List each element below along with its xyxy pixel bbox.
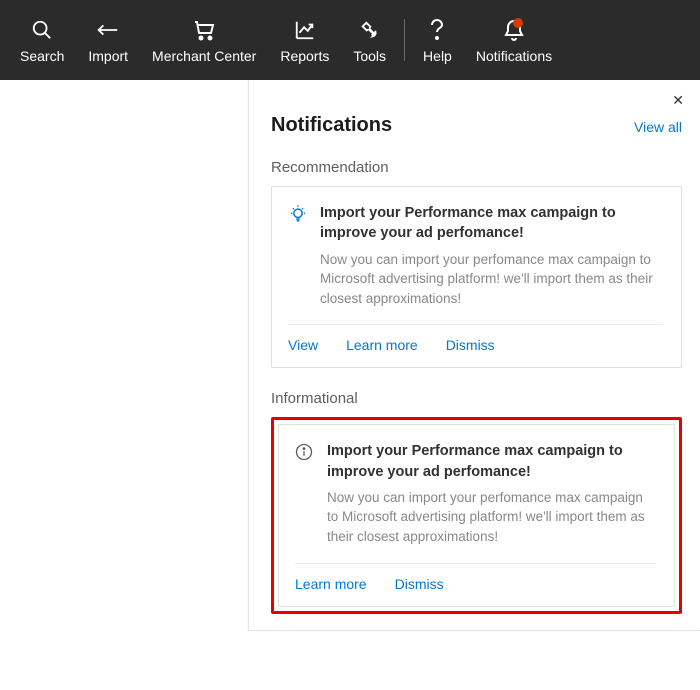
toolbar-notifications[interactable]: Notifications (464, 0, 564, 80)
card-body: Import your Performance max campaign to … (288, 203, 663, 308)
toolbar-tools[interactable]: Tools (341, 0, 398, 80)
toolbar-label: Tools (353, 48, 386, 64)
view-button[interactable]: View (288, 337, 318, 353)
card-actions: View Learn more Dismiss (288, 324, 663, 367)
highlighted-section: Import your Performance max campaign to … (271, 417, 682, 613)
toolbar-help[interactable]: Help (411, 0, 464, 80)
bell-icon (503, 16, 525, 44)
card-text: Now you can import your perfomance max c… (327, 488, 656, 547)
toolbar-merchant-center[interactable]: Merchant Center (140, 0, 268, 80)
help-icon (427, 16, 447, 44)
section-label-informational: Informational (271, 390, 682, 407)
card-title: Import your Performance max campaign to … (320, 203, 663, 244)
toolbar-label: Notifications (476, 48, 552, 64)
panel-title: Notifications (271, 114, 392, 137)
card-title: Import your Performance max campaign to … (327, 441, 656, 482)
notification-badge (513, 18, 523, 28)
wrench-icon (359, 16, 381, 44)
top-toolbar: Search Import Merchant Center Reports To… (0, 0, 700, 80)
recommendation-card: Import your Performance max campaign to … (271, 186, 682, 368)
card-content: Import your Performance max campaign to … (327, 441, 656, 546)
toolbar-search[interactable]: Search (8, 0, 76, 80)
search-icon (31, 16, 53, 44)
toolbar-label: Merchant Center (152, 48, 256, 64)
panel-header: Notifications View all (271, 98, 682, 137)
toolbar-import[interactable]: Import (76, 0, 140, 80)
lightbulb-icon (288, 205, 308, 225)
toolbar-label: Reports (280, 48, 329, 64)
card-content: Import your Performance max campaign to … (320, 203, 663, 308)
section-label-recommendation: Recommendation (271, 159, 682, 176)
cart-icon (192, 16, 216, 44)
card-text: Now you can import your perfomance max c… (320, 250, 663, 309)
toolbar-label: Search (20, 48, 64, 64)
info-icon (295, 443, 315, 463)
card-actions: Learn more Dismiss (295, 563, 656, 606)
view-all-link[interactable]: View all (634, 119, 682, 135)
notifications-panel: ✕ Notifications View all Recommendation … (248, 80, 700, 631)
toolbar-label: Help (423, 48, 452, 64)
card-body: Import your Performance max campaign to … (295, 441, 656, 546)
chart-icon (294, 16, 316, 44)
dismiss-button[interactable]: Dismiss (395, 576, 444, 592)
toolbar-divider (404, 19, 405, 61)
close-icon[interactable]: ✕ (672, 92, 684, 109)
toolbar-label: Import (88, 48, 128, 64)
informational-card: Import your Performance max campaign to … (278, 424, 675, 606)
dismiss-button[interactable]: Dismiss (446, 337, 495, 353)
toolbar-reports[interactable]: Reports (268, 0, 341, 80)
learn-more-button[interactable]: Learn more (346, 337, 418, 353)
import-icon (95, 16, 121, 44)
learn-more-button[interactable]: Learn more (295, 576, 367, 592)
